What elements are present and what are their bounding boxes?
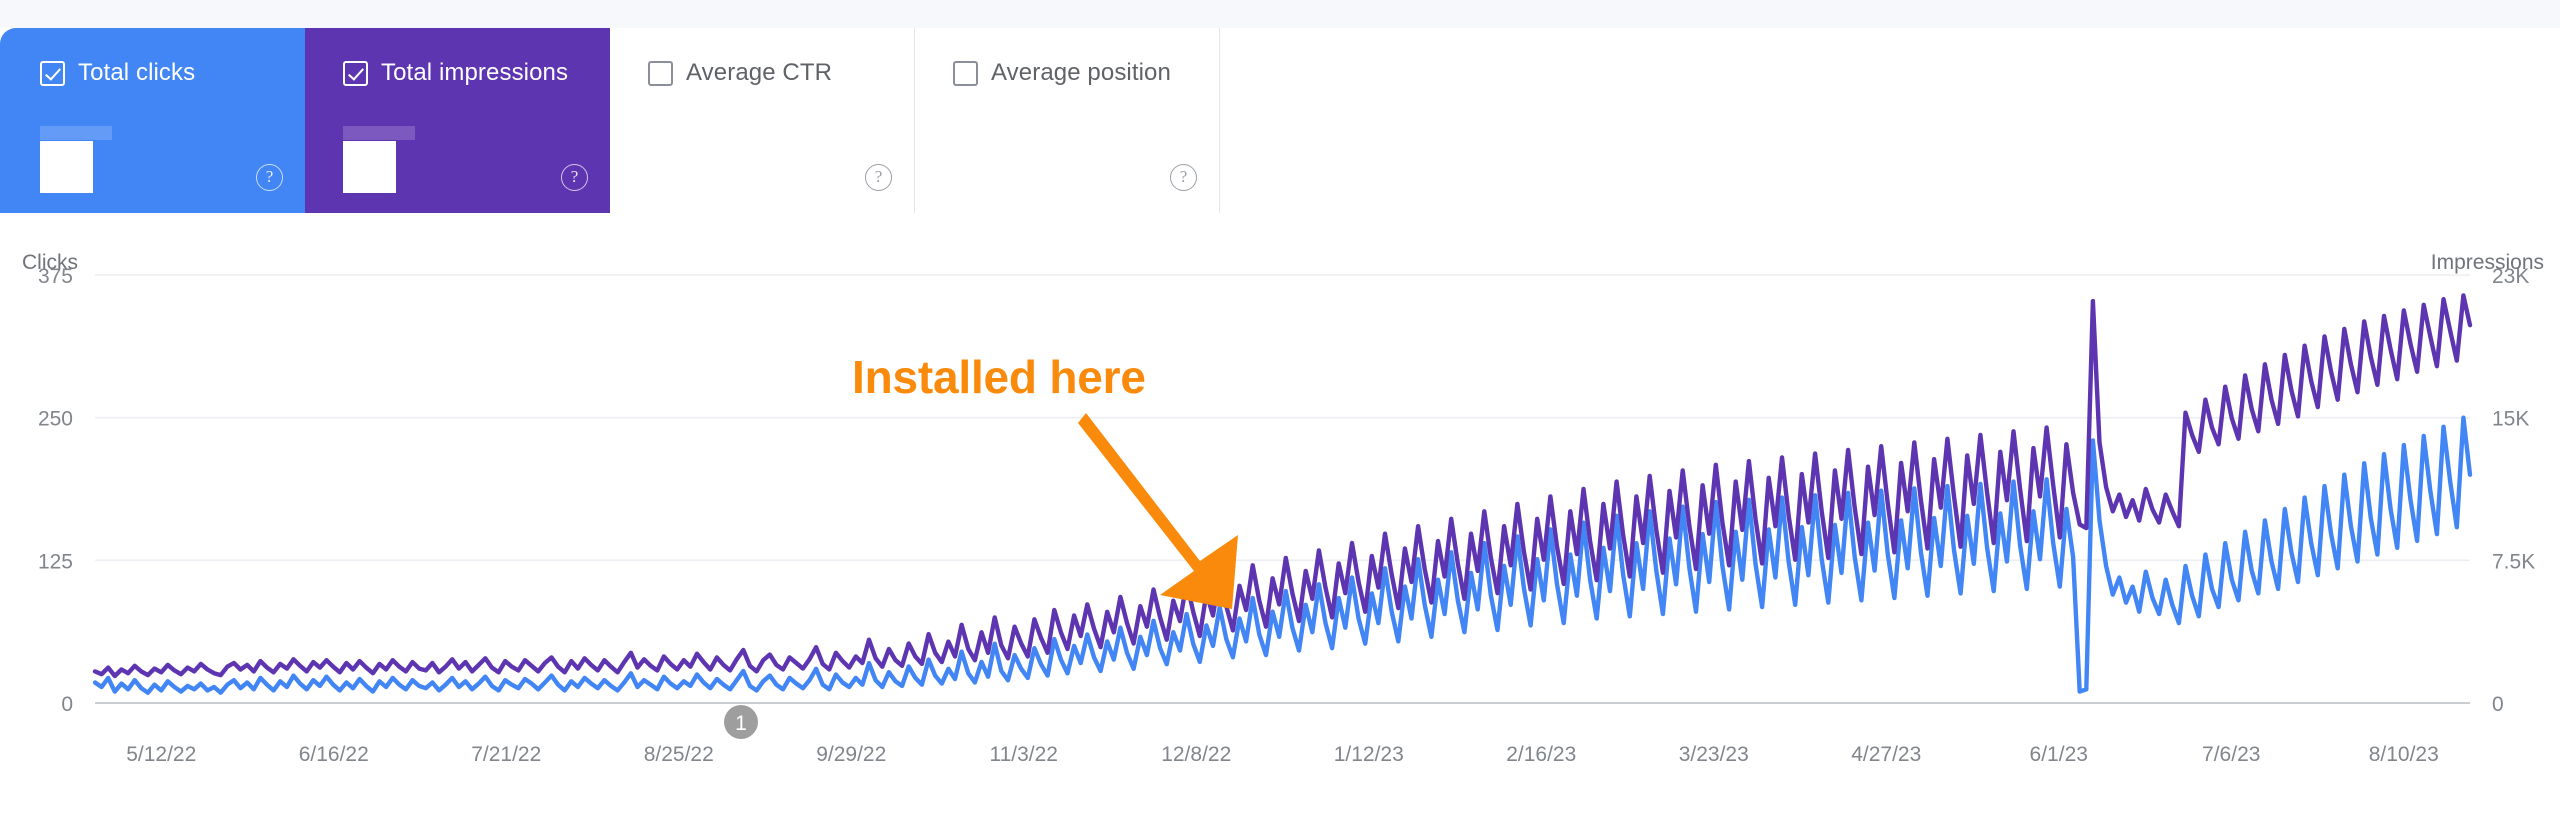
help-icon-total-clicks[interactable]: ? [256, 164, 283, 191]
right-axis-tick: 7.5K [2492, 550, 2535, 573]
metric-label-total-clicks: Total clicks [78, 59, 196, 86]
metric-head-total-impressions: Total impressions [343, 58, 584, 88]
annotation-marker-badge-label: 1 [735, 712, 747, 735]
help-icon-total-impressions[interactable]: ? [561, 164, 588, 191]
x-axis-date-label: 8/10/23 [2369, 743, 2439, 766]
checkbox-average-ctr[interactable] [648, 60, 673, 86]
help-icon-average-ctr[interactable]: ? [865, 164, 892, 191]
series-line-total-clicks [92, 415, 2473, 695]
installed-here-annotation-text: Installed here [852, 351, 1146, 403]
installed-here-arrow-icon [1078, 413, 1238, 609]
metric-value-redacted-total-clicks [40, 141, 93, 193]
right-axis-tick: 15K [2492, 408, 2529, 431]
metric-card-total-impressions[interactable]: Total impressions ? [305, 28, 610, 213]
metric-head-average-ctr: Average CTR [648, 58, 888, 88]
x-axis-date-label: 6/16/22 [299, 743, 369, 766]
x-axis-date-label: 9/29/22 [816, 743, 886, 766]
x-axis-date-label: 1/12/23 [1334, 743, 1404, 766]
left-axis-tick: 250 [38, 408, 73, 431]
search-performance-panel: Total clicks ? Total impressions ? Avera… [0, 0, 2560, 823]
x-axis-date-label: 7/6/23 [2202, 743, 2260, 766]
x-axis-date-label: 4/27/23 [1851, 743, 1921, 766]
right-axis-tick: 0 [2492, 693, 2504, 716]
x-axis-date-label: 11/3/22 [989, 743, 1058, 766]
left-axis-tick: 0 [61, 693, 73, 716]
metric-head-total-clicks: Total clicks [40, 58, 279, 88]
checkbox-average-position[interactable] [953, 60, 978, 86]
metric-card-row: Total clicks ? Total impressions ? Avera… [0, 28, 1220, 213]
checkbox-total-impressions[interactable] [343, 60, 368, 86]
chart-plot-area[interactable]: 375 23K 250 15K 125 7.5K 0 0 5/12/22 6/16/22 7/21/… [0, 213, 2560, 823]
x-axis-date-label: 7/21/22 [471, 743, 541, 766]
top-strip [0, 0, 2560, 28]
left-axis-tick: 375 [38, 265, 73, 288]
metric-card-total-clicks[interactable]: Total clicks ? [0, 28, 305, 213]
metric-value-redacted-total-impressions [343, 141, 396, 193]
metric-value-ghost-total-clicks [40, 126, 112, 140]
left-axis-tick: 125 [38, 550, 73, 573]
x-axis-date-label: 5/12/22 [126, 743, 196, 766]
metric-value-ghost-total-impressions [343, 126, 415, 140]
metric-label-average-position: Average position [991, 59, 1171, 86]
metric-card-average-position[interactable]: Average position ? [915, 28, 1220, 213]
metric-head-average-position: Average position [953, 58, 1193, 88]
metric-card-average-ctr[interactable]: Average CTR ? [610, 28, 915, 213]
right-axis-tick: 23K [2492, 265, 2529, 288]
checkbox-total-clicks[interactable] [40, 60, 65, 86]
metric-label-average-ctr: Average CTR [686, 59, 833, 86]
x-axis-date-label: 2/16/23 [1506, 743, 1576, 766]
x-axis-date-label: 6/1/23 [2030, 743, 2088, 766]
help-icon-average-position[interactable]: ? [1170, 164, 1197, 191]
x-axis-date-label: 8/25/22 [644, 743, 714, 766]
metric-label-total-impressions: Total impressions [381, 59, 569, 86]
x-axis-date-label: 12/8/22 [1161, 743, 1231, 766]
performance-chart: Clicks Impressions 375 23K 250 15K 125 7.5K 0 0… [0, 213, 2560, 823]
x-axis-date-label: 3/23/23 [1679, 743, 1749, 766]
